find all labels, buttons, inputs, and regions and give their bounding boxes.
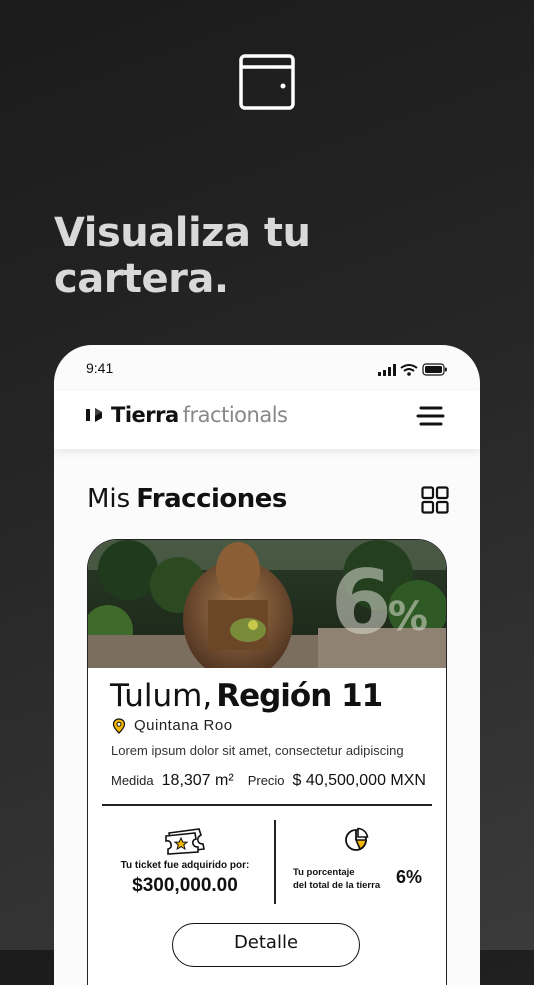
brand-name: Tierra <box>111 403 179 427</box>
detail-button[interactable]: Detalle <box>172 923 360 967</box>
app-header: Tierra fractionals <box>54 391 480 449</box>
card-specs: Medida 18,307 m² Precio $ 40,500,000 MXN <box>111 772 426 790</box>
image-percent-number: 6 <box>330 551 392 654</box>
ticket-label: Tu ticket fue adquirido por: <box>120 860 250 871</box>
card-title: Tulum, Región 11 <box>110 678 383 714</box>
percentage-label-line1: Tu porcentaje <box>293 867 355 878</box>
fraction-card[interactable]: 6% Tulum, Región 11 Quintana Roo Lorem ip… <box>87 539 447 985</box>
precio-value: $ 40,500,000 MXN <box>292 772 426 789</box>
card-title-region: Región 11 <box>216 678 383 714</box>
card-location: Quintana Roo <box>112 717 233 734</box>
medida-value: 18,307 m² <box>161 772 234 789</box>
precio-label: Precio <box>247 773 285 788</box>
brand-subtitle: fractionals <box>182 403 288 427</box>
status-time: 9:41 <box>86 360 114 376</box>
wifi-icon <box>400 364 418 376</box>
section-title-light: Mis <box>87 484 131 514</box>
headline-line-1: Visualiza tu <box>54 210 311 256</box>
card-description: Lorem ipsum dolor sit amet, consectetur … <box>111 743 404 758</box>
status-icons <box>378 363 447 376</box>
percentage-value: 6% <box>396 867 423 887</box>
battery-icon <box>422 363 447 376</box>
brand-mark-icon <box>86 408 102 422</box>
card-title-city: Tulum, <box>110 678 213 714</box>
phone-mockup: 9:41 Tierra fractionals Mis Fracciones 6… <box>54 345 480 985</box>
image-percent-sign: % <box>387 594 428 640</box>
section-title-bold: Fracciones <box>136 484 287 514</box>
grid-view-icon[interactable] <box>421 486 449 514</box>
brand-logo[interactable]: Tierra fractionals <box>86 403 288 427</box>
pie-chart-icon <box>345 827 369 851</box>
image-percent-overlay: 6% <box>331 558 428 648</box>
wallet-icon <box>239 54 295 110</box>
signal-icon <box>378 364 396 376</box>
headline-line-2: cartera. <box>54 256 229 302</box>
ticket-amount: $300,000.00 <box>132 875 238 896</box>
percentage-label: Tu porcentaje del total de la tierra <box>293 866 393 892</box>
status-bar: 9:41 <box>54 345 480 391</box>
card-vertical-divider <box>274 820 276 904</box>
location-text: Quintana Roo <box>134 717 233 734</box>
card-divider <box>102 804 432 806</box>
ticket-icon <box>165 828 205 855</box>
promo-headline: Visualiza tu cartera. <box>54 210 474 302</box>
medida-label: Medida <box>111 773 154 788</box>
section-title: Mis Fracciones <box>87 483 287 514</box>
hamburger-menu-icon[interactable] <box>416 401 448 431</box>
location-pin-icon <box>112 717 126 734</box>
percentage-label-line2: del total de la tierra <box>293 880 381 891</box>
